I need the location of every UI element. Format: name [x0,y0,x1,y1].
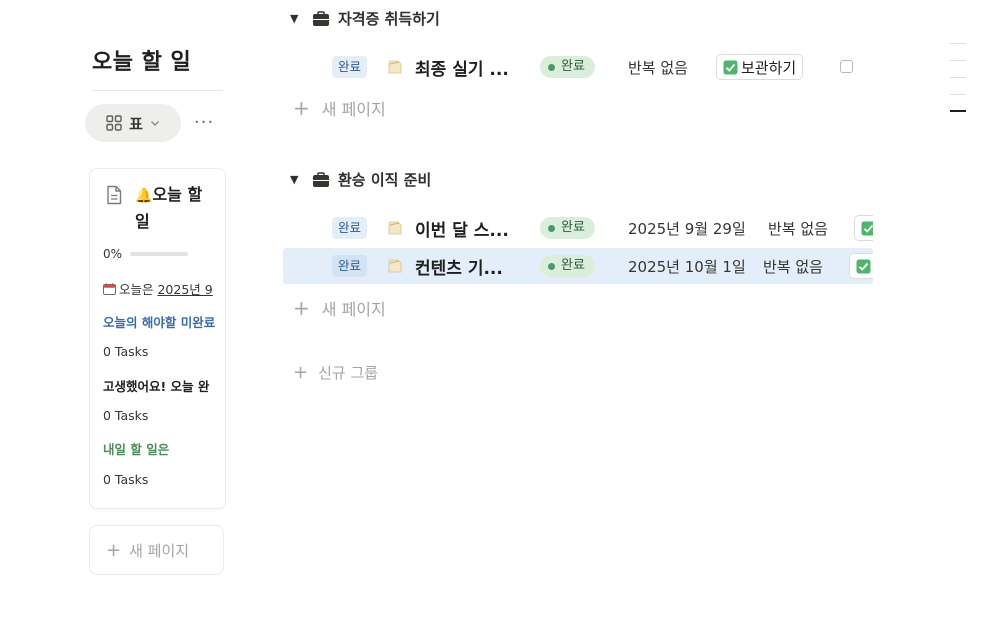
done-tasks-count: 0 Tasks [103,408,149,423]
row-checkbox[interactable] [840,60,853,73]
check-mark-icon [723,60,738,74]
bell-icon: 🔔 [135,188,153,204]
new-group-button[interactable]: + 신규 그룹 [293,362,378,383]
briefcase-icon [313,10,329,26]
today-date: 2025년 9 [157,282,213,297]
outline-mark[interactable] [950,77,966,78]
outline-mark[interactable] [950,43,966,44]
date-cell: 2025년 10월 1일 [628,258,746,276]
page-icon [388,259,402,273]
add-page-button-group-2[interactable]: + 새 페이지 [293,296,386,320]
more-options-button[interactable]: ··· [194,112,214,133]
card-title: 🔔오늘 할 일 [135,182,205,235]
gallery-card[interactable]: 🔔오늘 할 일 0% 오늘은 2025년 9 오늘의 해야할 미완료 0 Tas… [89,168,226,509]
outline-mark-active[interactable] [950,110,966,112]
check-mark-icon [861,221,873,235]
calendar-icon [103,283,116,295]
archive-button[interactable]: 보관하기 [716,54,804,80]
outline-mark[interactable] [950,60,966,61]
archive-button[interactable] [854,215,873,241]
done-tasks-label: 고생했어요! 오늘 완 [103,379,210,394]
undone-tasks-count: 0 Tasks [103,344,149,359]
page-icon [388,60,402,74]
view-selector-button[interactable]: 표 [85,104,181,142]
status-badge: 완료 [540,217,595,239]
tag-badge: 완료 [332,56,368,78]
undone-tasks-label: 오늘의 해야할 미완료 [103,315,216,330]
row-title[interactable]: 컨텐츠 기... [415,254,503,279]
add-page-label: 새 페이지 [321,300,386,319]
new-page-card-button[interactable]: + 새 페이지 [89,525,224,575]
group-name: 자격증 취득하기 [338,10,440,28]
row-title[interactable]: 이번 달 스... [415,216,509,241]
new-group-label: 신규 그룹 [318,364,379,382]
tomorrow-tasks-label: 내일 할 일은 [103,442,170,457]
tag-badge: 완료 [332,217,368,239]
status-badge: 완료 [540,255,595,277]
board-title-divider [92,90,223,91]
outline-mark[interactable] [950,94,966,95]
page-icon [388,221,402,235]
check-mark-icon [856,259,871,273]
add-page-label: 새 페이지 [321,100,386,119]
status-dot [548,224,555,232]
chevron-down-icon [150,121,159,126]
table-row[interactable]: 완료 최종 실기 ... 완료 반복 없음 보관하기 [283,49,873,85]
plus-icon: + [293,296,310,320]
document-icon [107,185,122,205]
status-text: 완료 [561,220,585,235]
new-page-card-label: 새 페이지 [129,541,190,560]
today-date-line: 오늘은 2025년 9 [103,279,213,298]
date-cell: 2025년 9월 29일 [628,220,746,238]
tomorrow-tasks-count: 0 Tasks [103,472,149,487]
group-name: 환승 이직 준비 [338,171,432,189]
plus-icon: + [106,539,122,561]
progress-bar [130,252,189,256]
status-dot [548,262,555,270]
view-selector-label: 표 [129,114,143,133]
progress-row: 0% [103,247,189,261]
collapse-triangle-icon[interactable]: ▼ [290,173,304,186]
plus-icon: + [293,362,309,383]
archive-button[interactable] [849,253,873,279]
plus-icon: + [293,96,310,120]
tag-badge: 완료 [332,255,368,277]
collapse-triangle-icon[interactable]: ▼ [290,12,304,25]
grid-icon [106,115,122,131]
row-title[interactable]: 최종 실기 ... [415,55,509,80]
briefcase-icon [313,171,329,187]
progress-percent: 0% [103,247,123,261]
status-badge: 완료 [540,56,595,78]
repeat-cell: 반복 없음 [768,220,828,238]
table-row-selected[interactable]: 완료 컨텐츠 기... 완료 2025년 10월 1일 반복 없음 [283,248,873,284]
group-header-certification[interactable]: ▼ 자격증 취득하기 [290,8,440,29]
board-title: 오늘 할 일 [92,50,192,75]
status-text: 완료 [561,258,585,273]
table-row[interactable]: 완료 이번 달 스... 완료 2025년 9월 29일 반복 없음 [283,210,873,246]
repeat-cell: 반복 없음 [763,258,823,276]
archive-button-label: 보관하기 [741,58,797,77]
status-text: 완료 [561,59,585,74]
repeat-cell: 반복 없음 [628,59,688,77]
status-dot [548,63,555,71]
add-page-button-group-1[interactable]: + 새 페이지 [293,96,386,120]
app-page: 오늘 할 일 표 ··· 🔔오늘 할 일 0% 오늘은 2025년 9 오늘의 … [0,0,1000,625]
group-header-job-change[interactable]: ▼ 환승 이직 준비 [290,169,431,190]
today-prefix: 오늘은 [119,282,158,297]
